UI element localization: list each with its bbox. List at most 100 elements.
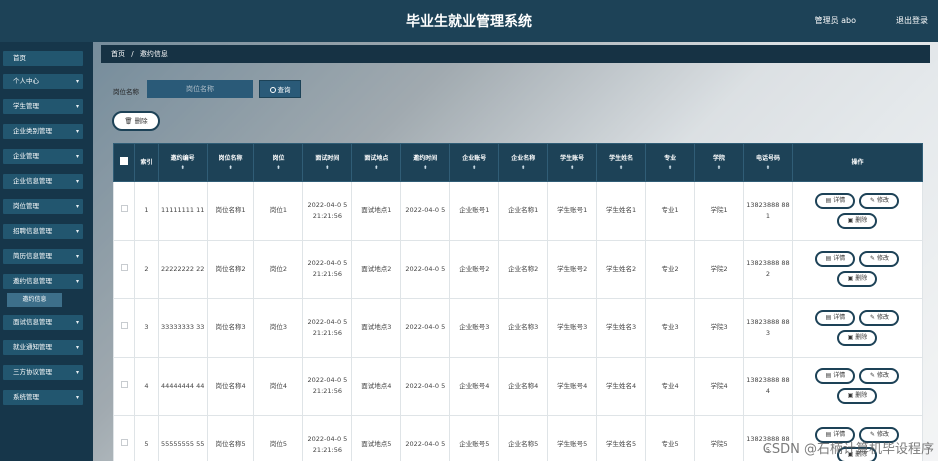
sort-icon[interactable]: ⬍ (208, 164, 254, 172)
select-all-checkbox[interactable] (120, 156, 129, 165)
column-header[interactable]: 邀约编号 ⬍ (157, 143, 208, 182)
delete-button[interactable]: ▣ 删除 (837, 388, 878, 405)
detail-button[interactable]: ▤ 详情 (815, 251, 856, 268)
cell-major: 专业3 (645, 298, 696, 358)
row-checkbox[interactable] (120, 380, 128, 388)
row-checkbox[interactable] (120, 263, 128, 271)
cell-college: 学院1 (694, 181, 744, 241)
bulk-delete-button[interactable]: 🗑 删除 (112, 111, 160, 131)
delete-button[interactable]: ▣ 删除 (837, 329, 878, 346)
column-header-label: 面试时间 (315, 155, 340, 162)
sidebar-item-8[interactable]: 简历信息管理 ▾ (3, 249, 83, 264)
cell-college: 学院4 (694, 356, 744, 416)
row-checkbox[interactable] (120, 439, 128, 447)
column-header[interactable]: 岗位名称 ⬍ (206, 143, 255, 182)
sort-icon[interactable]: ⬍ (646, 164, 694, 172)
cell-code: 55555555 55 (157, 415, 208, 461)
cell-place: 面试地点5 (351, 415, 402, 461)
sidebar-item-0[interactable]: 首页 (3, 51, 83, 66)
sidebar-item-6[interactable]: 岗位管理 ▾ (3, 199, 83, 214)
column-header-label: 企业账号 (462, 155, 487, 162)
sort-icon[interactable]: ⬍ (352, 164, 400, 172)
breadcrumb-home[interactable]: 首页 (111, 50, 125, 58)
sidebar-item-10[interactable]: 面试信息管理 ▾ (3, 315, 83, 330)
cell-index: 5 (134, 415, 159, 461)
column-header[interactable]: 学生账号 ⬍ (547, 143, 598, 182)
sidebar-item-label: 系统管理 (13, 393, 39, 401)
detail-button-label: 详情 (833, 196, 846, 204)
column-header[interactable]: 企业名称 ⬍ (498, 143, 549, 182)
sidebar-item-11[interactable]: 就业通知管理 ▾ (3, 340, 83, 355)
sidebar-item-label: 面试信息管理 (13, 318, 52, 326)
column-header[interactable]: 学生姓名 ⬍ (596, 143, 647, 182)
sidebar-item-7[interactable]: 招聘信息管理 ▾ (3, 224, 83, 239)
sort-icon[interactable]: ⬍ (401, 164, 449, 172)
sidebar-item-9[interactable]: 邀约信息管理 ▾ (3, 274, 83, 289)
chevron-down-icon: ▾ (75, 369, 79, 376)
header-select-all[interactable] (112, 143, 136, 182)
column-header-label: 邀约编号 (170, 155, 195, 162)
cell-company-account: 企业账号1 (449, 181, 500, 241)
sort-icon[interactable]: ⬍ (695, 164, 743, 172)
sidebar-item-13[interactable]: 系统管理 ▾ (3, 390, 83, 405)
row-checkbox[interactable] (120, 322, 128, 330)
breadcrumb: 首页 / 邀约信息 (101, 45, 930, 63)
breadcrumb-separator: / (131, 50, 134, 58)
cell-index: 1 (134, 181, 159, 241)
edit-button[interactable]: ✎ 修改 (859, 368, 900, 385)
sidebar-item-5[interactable]: 企业信息管理 ▾ (3, 174, 83, 189)
column-header[interactable]: 岗位 ⬍ (253, 143, 304, 182)
edit-button[interactable]: ✎ 修改 (859, 309, 900, 326)
sidebar-sub-item-invitation[interactable]: 邀约信息 (7, 293, 62, 307)
edit-button[interactable]: ✎ 修改 (859, 251, 900, 268)
document-icon: ▤ (825, 430, 832, 438)
column-header[interactable]: 专业 ⬍ (645, 143, 696, 182)
detail-button[interactable]: ▤ 详情 (815, 368, 856, 385)
cell-company-account: 企业账号3 (449, 298, 500, 358)
column-header[interactable]: 学院 ⬍ (694, 143, 744, 182)
column-header[interactable]: 企业账号 ⬍ (449, 143, 500, 182)
delete-button[interactable]: ▣ 删除 (837, 212, 878, 229)
cell-major: 专业2 (645, 239, 696, 299)
detail-button[interactable]: ▤ 详情 (815, 309, 856, 326)
row-actions: ▤ 详情 ✎ 修改 ▣ 删除 (791, 239, 924, 299)
cell-job-name: 岗位名称4 (206, 356, 255, 416)
column-header[interactable]: 面试地点 ⬍ (351, 143, 402, 182)
row-checkbox[interactable] (120, 205, 128, 213)
sort-icon[interactable]: ⬍ (159, 164, 207, 172)
cell-invite-time: 2022-04-0 5 (400, 356, 451, 416)
table-row: 3 33333333 33 岗位名称3 岗位3 2022-04-0 5 21:21:56… (112, 298, 924, 358)
sidebar-item-3[interactable]: 企业类别管理 ▾ (3, 124, 83, 139)
column-header[interactable]: 电话号码 ⬍ (743, 143, 793, 182)
cell-interview-time: 2022-04-0 5 21:21:56 (302, 415, 353, 461)
cell-company-name: 企业名称3 (498, 298, 549, 358)
sidebar-item-12[interactable]: 三方协议管理 ▾ (3, 365, 83, 380)
cell-company-name: 企业名称5 (498, 415, 549, 461)
sort-icon[interactable]: ⬍ (254, 164, 302, 172)
edit-button[interactable]: ✎ 修改 (859, 192, 900, 209)
sort-icon[interactable]: ⬍ (303, 164, 351, 172)
sort-icon[interactable]: ⬍ (450, 164, 498, 172)
column-header[interactable]: 面试时间 ⬍ (302, 143, 353, 182)
sidebar-item-2[interactable]: 学生管理 ▾ (3, 99, 83, 114)
cell-interview-time: 2022-04-0 5 21:21:56 (302, 239, 353, 299)
sort-icon[interactable]: ⬍ (744, 164, 792, 172)
delete-button[interactable]: ▣ 删除 (837, 271, 878, 288)
chevron-down-icon: ▾ (75, 319, 79, 326)
edit-button-label: 修改 (876, 372, 889, 380)
sidebar-item-4[interactable]: 企业管理 ▾ (3, 149, 83, 164)
detail-button[interactable]: ▤ 详情 (815, 192, 856, 209)
sort-icon[interactable]: ⬍ (499, 164, 547, 172)
sort-icon[interactable]: ⬍ (548, 164, 596, 172)
cell-job: 岗位1 (253, 181, 304, 241)
sort-icon[interactable]: ⬍ (597, 164, 645, 172)
column-header[interactable]: 邀约时间 ⬍ (400, 143, 451, 182)
cell-place: 面试地点4 (351, 356, 402, 416)
delete-button-label: 删除 (855, 333, 868, 341)
cell-index: 3 (134, 298, 159, 358)
cell-code: 44444444 44 (157, 356, 208, 416)
search-input[interactable] (147, 80, 253, 98)
query-button[interactable]: 查询 (259, 80, 301, 98)
sidebar-item-1[interactable]: 个人中心 ▾ (3, 74, 83, 89)
logout-link[interactable]: 退出登录 (896, 15, 928, 26)
